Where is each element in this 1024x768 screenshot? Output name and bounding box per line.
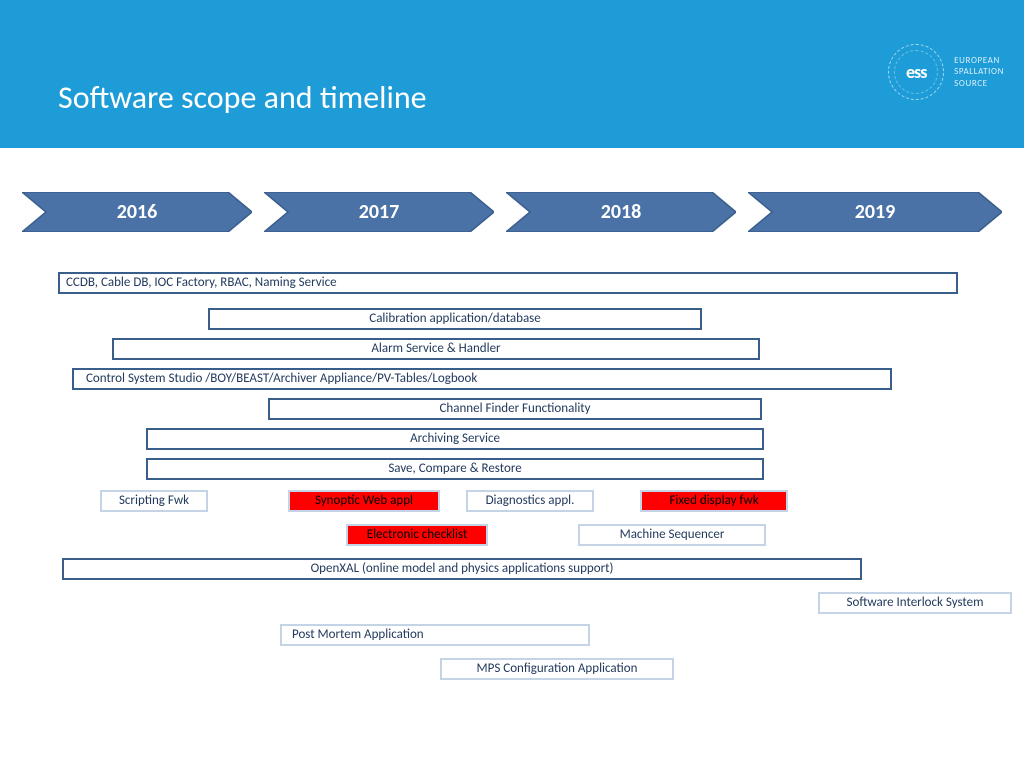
year-label: 2017 [264,192,494,232]
timeline-bar: Machine Sequencer [578,524,766,546]
timeline-bar: Save, Compare & Restore [146,458,764,480]
logo-label-line: SPALLATION [954,66,1004,77]
timeline-bar: Fixed display fwk [640,490,788,512]
timeline-bar: Electronic checklist [346,524,488,546]
timeline-bar: Archiving Service [146,428,764,450]
timeline-bar: Synoptic Web appl [288,490,440,512]
content: 2016201720182019 CCDB, Cable DB, IOC Fac… [0,148,1024,272]
year-chevron-2018: 2018 [506,192,736,232]
year-chevron-2017: 2017 [264,192,494,232]
ess-logo: ess EUROPEAN SPALLATION SOURCE [888,44,1004,100]
year-chevron-2019: 2019 [748,192,1002,232]
year-label: 2016 [22,192,252,232]
timeline-bar: Software Interlock System [818,592,1012,614]
timeline-bar: Diagnostics appl. [466,490,594,512]
timeline-bar: Alarm Service & Handler [112,338,760,360]
timeline-bar: Control System Studio /BOY/BEAST/Archive… [72,368,892,390]
year-chevron-2016: 2016 [22,192,252,232]
logo-label: EUROPEAN SPALLATION SOURCE [954,55,1004,89]
timeline-bar: Scripting Fwk [100,490,208,512]
header: Software scope and timeline ess EUROPEAN… [0,0,1024,148]
timeline-bar: OpenXAL (online model and physics applic… [62,558,862,580]
year-label: 2019 [748,192,1002,232]
timeline-bar: Post Mortem Application [280,624,590,646]
timeline-bar: Calibration application/database [208,308,702,330]
timeline-bar: Channel Finder Functionality [268,398,762,420]
year-label: 2018 [506,192,736,232]
logo-label-line: EUROPEAN [954,55,1004,66]
page-title: Software scope and timeline [58,78,427,117]
logo-label-line: SOURCE [954,78,1004,89]
timeline-bar: MPS Configuration Application [440,658,674,680]
year-row: 2016 2017 2018 2019 [0,188,1024,236]
timeline-bar: CCDB, Cable DB, IOC Factory, RBAC, Namin… [58,272,958,294]
logo-acronym: ess [906,61,926,83]
logo-circle-icon: ess [888,44,944,100]
